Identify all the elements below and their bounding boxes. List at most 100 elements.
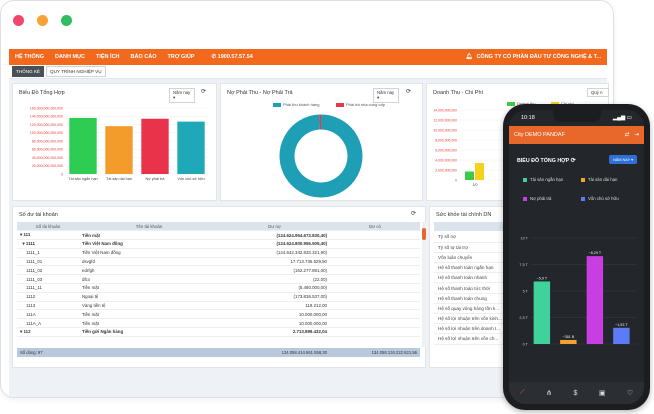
table-row[interactable]: 1111_02 edrfgh (162.277.891,00) <box>17 265 420 276</box>
menu-item-system[interactable]: HỆ THỐNG <box>15 54 44 60</box>
data-label: ~381 B <box>562 335 574 339</box>
account-code-cell: 1111_02 <box>17 265 79 276</box>
y-tick-label: 4,000,000,000 <box>435 158 457 162</box>
account-code-cell: ▾ 1111 <box>17 239 79 249</box>
maximize-dot[interactable] <box>61 15 72 26</box>
table-row[interactable]: 1111_03 dfcx (22,00) <box>17 274 420 285</box>
menu-item-help[interactable]: TRỢ GIÚP <box>168 54 195 60</box>
overview-chart-panel: Biểu Đồ Tổng Hợp Năm nay ▾ ⟳ 160,000,000… <box>12 83 217 201</box>
debit-cell: (162.277.891,00) <box>219 265 330 276</box>
scrollbar-thumb[interactable] <box>422 228 426 240</box>
table-row[interactable]: 1112 Ngoại tệ (173.836.537,00) <box>17 292 420 302</box>
table-row[interactable]: 1113 Vàng tiền tệ 118.212,00 <box>17 301 420 311</box>
menu-item-catalog[interactable]: DANH MỤC <box>55 54 85 60</box>
y-tick-label: 0 T <box>523 343 529 347</box>
company-area[interactable]: 🔔︎ CÔNG TY CỔ PHẦN ĐẦU TƯ CÔNG NGHỆ & T.… <box>465 54 601 60</box>
y-tick-label: 0 <box>455 178 457 182</box>
y-tick-label: 0 <box>61 172 63 176</box>
x-tick-label: Vốn chủ sở hữu <box>177 177 204 181</box>
minimize-dot[interactable] <box>37 15 48 26</box>
data-label: ~1,53 T <box>615 323 628 327</box>
account-name-cell: Tiền mặt <box>79 230 219 241</box>
y-tick-label: 40,000,000,000,000 <box>32 156 63 160</box>
column-header[interactable]: Dư có <box>330 222 420 232</box>
y-tick-label: 8,000,000,000 <box>435 138 457 142</box>
table-row[interactable]: 1111_11 Tiền mặt (5.480.000,00) <box>17 283 420 293</box>
column-header[interactable]: Dư nợ <box>219 222 330 232</box>
table-row[interactable]: ▾ 111 Tiền mặt (124.624.954.673.830,40) <box>17 230 420 241</box>
x-tick-label: Nợ phải trả <box>146 177 166 181</box>
table-row[interactable]: 111A_A Tiền mặt 10.000.000,00 <box>17 318 420 329</box>
column-header[interactable]: Tên tài khoản <box>79 222 219 232</box>
column-header[interactable]: Số tài khoản <box>17 222 79 232</box>
table-row[interactable]: 111A Tiền mặt 10.000.000,00 <box>17 309 420 320</box>
data-label: ~8,29 T <box>589 251 602 255</box>
bar[interactable] <box>141 118 169 174</box>
overview-chart: 160,000,000,000,000 140,000,000,000,000 12… <box>30 106 209 181</box>
bar[interactable] <box>465 171 474 181</box>
credit-cell <box>330 274 420 285</box>
table-row[interactable]: ▾ 1111 Tiền Việt Nam đồng (124.624.800.955… <box>17 239 420 249</box>
phone-device: 10:18 ▂▄▆ ▭ City DEMO PANDAF ⇄ ⇥ BIỂU ĐỒ… <box>503 104 650 410</box>
account-code-cell: 1112 <box>17 292 79 302</box>
bar[interactable] <box>613 327 630 344</box>
tab-workflow[interactable]: QUY TRÌNH NGHIỆP VỤ <box>46 66 106 77</box>
bar[interactable] <box>177 121 205 174</box>
debit-cell: 10.000.000,00 <box>219 309 330 320</box>
bar[interactable] <box>69 117 97 174</box>
phone-text: 1900.57.57.54 <box>217 54 253 60</box>
credit-cell <box>330 301 420 311</box>
sub-tabs: THỐNG KÊ QUY TRÌNH NGHIỆP VỤ <box>9 65 607 79</box>
refresh-icon[interactable]: ⟳ <box>411 210 416 217</box>
bar[interactable] <box>475 163 484 180</box>
account-code-cell: 111A_A <box>17 318 79 329</box>
scrollbar[interactable] <box>422 222 426 347</box>
stage: HỆ THỐNG DANH MỤC TIỆN ÍCH BÁO CÁO TRỢ G… <box>0 0 654 414</box>
heart-icon[interactable]: ♡ <box>627 389 633 397</box>
report-icon[interactable]: ▣ <box>599 389 606 397</box>
dollar-icon[interactable]: $ <box>573 390 577 397</box>
account-name-cell: Tiền mặt <box>79 309 219 320</box>
credit-cell <box>330 327 420 337</box>
y-tick-label: 120,000,000,000,000 <box>30 123 63 127</box>
table-row[interactable]: ▾ 112 Tiền gửi Ngân hàng 2.713.899.432,04 <box>17 327 420 337</box>
y-tick-label: 12,000,000,000 <box>433 118 457 122</box>
debit-cell: 118.212,00 <box>219 301 330 311</box>
bar[interactable] <box>105 126 133 174</box>
company-name: CÔNG TY CỔ PHẦN ĐẦU TƯ CÔNG NGHỆ & T... <box>476 54 601 60</box>
debit-cell: (5.480.000,00) <box>219 283 330 293</box>
bar[interactable] <box>560 339 577 344</box>
window-chrome <box>1 1 613 41</box>
bar[interactable] <box>533 281 551 344</box>
y-tick-label: 10 T <box>520 237 528 241</box>
org-icon[interactable]: ⋔ <box>546 389 552 397</box>
y-tick-label: 160,000,000,000,000 <box>30 106 63 110</box>
menu-item-reports[interactable]: BÁO CÁO <box>131 54 157 60</box>
chart-icon[interactable]: ⟋ <box>520 389 525 397</box>
bar[interactable] <box>586 256 604 344</box>
debit-cell: 17.713.735.529,50 <box>219 257 330 267</box>
bell-icon[interactable]: 🔔︎ <box>465 54 472 60</box>
pie-slice[interactable] <box>279 114 363 198</box>
table-row[interactable]: 1111_01 dsvgfd 17.713.735.529,50 <box>17 257 420 267</box>
receivable-chart-panel: Nợ Phải Thu - Nợ Phải Trả Năm nay ▾ ⟳ Ph… <box>220 83 423 201</box>
row-count: Số dòng: 97 <box>20 350 43 355</box>
account-code-cell: 111A <box>17 309 79 320</box>
phone-screen: 10:18 ▂▄▆ ▭ City DEMO PANDAF ⇄ ⇥ BIỂU ĐỒ… <box>509 110 644 404</box>
menu-item-utilities[interactable]: TIỆN ÍCH <box>96 54 120 60</box>
table-row[interactable]: 1111_1 Tiền Việt Nam đồng (124.642.342.833… <box>17 248 420 258</box>
mobile-chart: 10 T 7,5 T 5 T 2,5 T 0 T ~5,9 T ~381 B ~8,29 T ~… <box>519 237 637 347</box>
y-tick-label: 140,000,000,000,000 <box>30 115 63 119</box>
x-tick-label: 1/0 <box>473 183 478 187</box>
close-dot[interactable] <box>13 15 24 26</box>
y-tick-label: 5 T <box>523 290 529 294</box>
y-tick-label: 6,000,000,000 <box>435 148 457 152</box>
account-code-cell: 1111_1 <box>17 248 79 258</box>
account-code-cell: 1113 <box>17 301 79 311</box>
x-tick-label: Tài sản ngắn hạn <box>68 176 97 181</box>
debit-cell: (124.624.800.955.505,40) <box>219 239 330 249</box>
account-code-cell: ▾ 111 <box>17 230 79 241</box>
balance-panel: Số dư tài khoản ⟳ Số tài khoản Tên tài k… <box>12 206 426 368</box>
tab-statistics[interactable]: THỐNG KÊ <box>12 66 44 77</box>
y-tick-label: 2,5 T <box>519 316 528 320</box>
